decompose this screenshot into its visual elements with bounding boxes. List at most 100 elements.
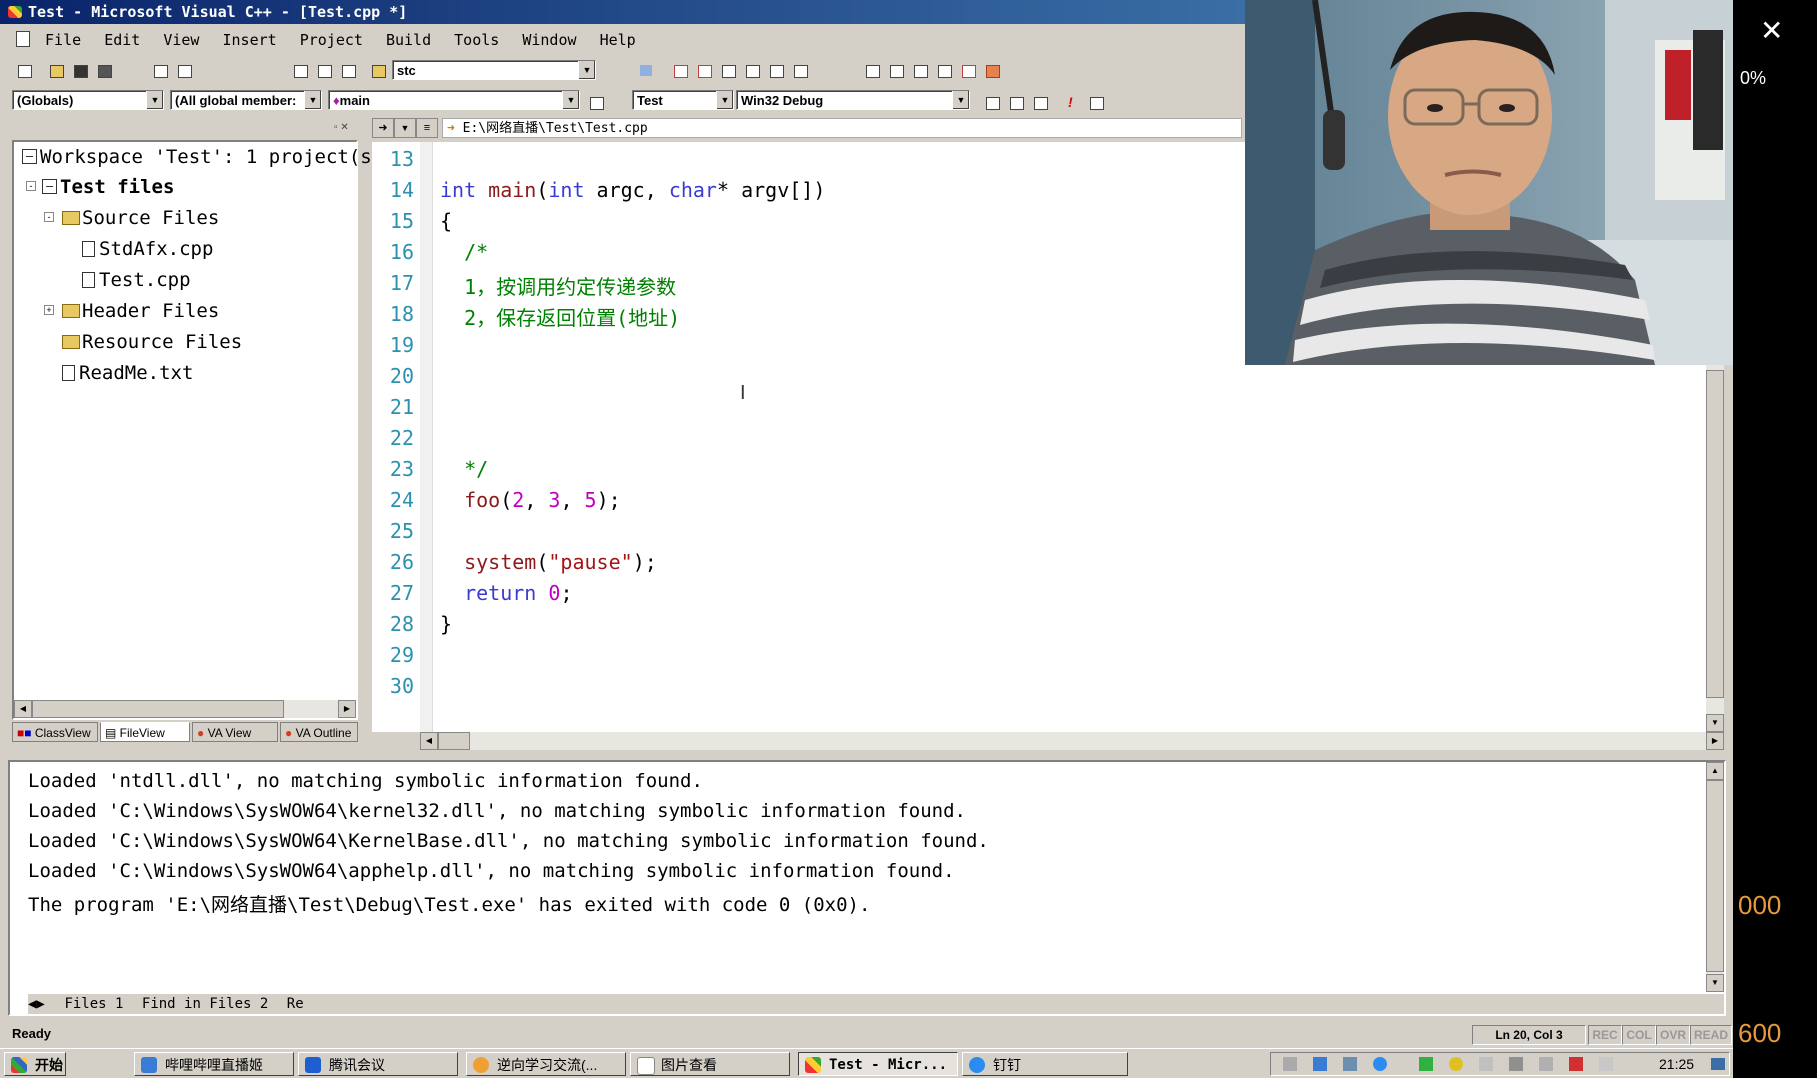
scope-combo[interactable]: (Globals) ▼ xyxy=(12,90,164,110)
compile-icon[interactable] xyxy=(982,94,1002,112)
tab-va-view[interactable]: ● VA View xyxy=(192,722,278,742)
task-qq-group[interactable]: 逆向学习交流(... xyxy=(466,1052,626,1076)
collapse-icon[interactable]: - xyxy=(44,212,54,222)
scroll-thumb[interactable] xyxy=(438,732,470,750)
va-tool-3-icon[interactable] xyxy=(718,62,738,80)
va-tool-10-icon[interactable] xyxy=(934,62,954,80)
tab-fileview[interactable]: ▤ FileView xyxy=(100,722,190,742)
chevron-down-icon[interactable]: ▼ xyxy=(146,91,163,109)
back-arrow-icon[interactable] xyxy=(814,62,834,80)
stop-build-icon[interactable] xyxy=(1030,94,1050,112)
menu-edit[interactable]: Edit xyxy=(104,31,140,49)
scroll-down-icon[interactable]: ▼ xyxy=(1706,714,1724,732)
tray-network2-icon[interactable] xyxy=(1539,1057,1553,1071)
editor-hscrollbar[interactable]: ◀ ▶ xyxy=(420,732,1724,750)
tray-volume-icon[interactable] xyxy=(1599,1057,1613,1071)
tray-app-icon[interactable] xyxy=(1283,1057,1297,1071)
va-tool-6-icon[interactable] xyxy=(790,62,810,80)
chevron-down-icon[interactable]: ▼ xyxy=(394,118,416,138)
collapse-icon[interactable]: - xyxy=(26,181,36,191)
va-tool-11-icon[interactable] xyxy=(958,62,978,80)
tray-monitor-icon[interactable] xyxy=(1479,1057,1493,1071)
forward-arrow-icon[interactable] xyxy=(838,62,858,80)
task-visual-cpp[interactable]: Test - Micr... xyxy=(798,1052,958,1076)
reg-icon[interactable] xyxy=(636,62,656,80)
va-tool-5-icon[interactable] xyxy=(766,62,786,80)
tab-scroll-arrows-icon[interactable]: ◀▶ xyxy=(28,994,56,1014)
function-combo[interactable]: ♦main ▼ xyxy=(328,90,580,110)
task-dingtalk[interactable]: 钉钉 xyxy=(962,1052,1128,1076)
task-tencent-meeting[interactable]: 腾讯会议 xyxy=(298,1052,458,1076)
menu-window[interactable]: Window xyxy=(522,31,576,49)
tray-tool-icon[interactable] xyxy=(1509,1057,1523,1071)
scroll-thumb[interactable] xyxy=(32,700,284,718)
redo-icon[interactable] xyxy=(248,62,268,80)
va-tool-2-icon[interactable] xyxy=(694,62,714,80)
chevron-down-icon[interactable]: ▼ xyxy=(562,91,579,109)
menu-help[interactable]: Help xyxy=(600,31,636,49)
new-file-icon[interactable] xyxy=(14,62,34,80)
execute-icon[interactable]: ! xyxy=(1062,94,1082,112)
members-combo[interactable]: (All global member: ▼ xyxy=(170,90,322,110)
open-icon[interactable] xyxy=(46,62,66,80)
menu-file[interactable]: File xyxy=(45,31,81,49)
tab-classview[interactable]: ■■ ClassView xyxy=(12,722,98,742)
menu-build[interactable]: Build xyxy=(386,31,431,49)
scroll-right-icon[interactable]: ▶ xyxy=(338,700,356,718)
tree-readme[interactable]: ReadMe.txt xyxy=(62,362,193,384)
chevron-down-icon[interactable]: ▼ xyxy=(578,61,595,79)
nav-back-icon[interactable]: ➜ xyxy=(372,118,394,138)
output-vscrollbar[interactable]: ▲ ▼ xyxy=(1706,762,1724,992)
tree-file-test[interactable]: Test.cpp xyxy=(82,269,191,291)
chevron-down-icon[interactable]: ▼ xyxy=(716,91,733,109)
build-icon[interactable] xyxy=(1006,94,1026,112)
task-image-viewer[interactable]: 图片查看 xyxy=(630,1052,790,1076)
scroll-up-icon[interactable]: ▲ xyxy=(1706,762,1724,780)
output-panel[interactable]: Loaded 'ntdll.dll', no matching symbolic… xyxy=(8,760,1726,1016)
expand-icon[interactable]: + xyxy=(44,305,54,315)
va-tool-1-icon[interactable] xyxy=(670,62,690,80)
task-bilibili[interactable]: 哔哩哔哩直播姬 xyxy=(134,1052,294,1076)
find-in-files-icon[interactable] xyxy=(368,62,388,80)
scroll-right-icon[interactable]: ▶ xyxy=(1706,732,1724,750)
tab-files[interactable]: Files 1 xyxy=(64,996,123,1012)
breakpoint-icon[interactable] xyxy=(1110,94,1130,112)
tray-alert-icon[interactable] xyxy=(1569,1057,1583,1071)
menu-insert[interactable]: Insert xyxy=(223,31,277,49)
find-combo[interactable]: stc ▼ xyxy=(392,60,596,80)
tree-file-stdafx[interactable]: StdAfx.cpp xyxy=(82,238,213,260)
go-icon[interactable] xyxy=(1086,94,1106,112)
wizard-action-icon[interactable] xyxy=(586,94,606,112)
menu-project[interactable]: Project xyxy=(300,31,363,49)
copy-icon[interactable] xyxy=(150,62,170,80)
show-desktop-icon[interactable] xyxy=(1711,1058,1725,1070)
split-icon[interactable]: ≡ xyxy=(416,118,438,138)
cut-icon[interactable] xyxy=(126,62,146,80)
tab-find-in-files[interactable]: Find in Files 2 xyxy=(142,996,268,1012)
workspace-toggle-icon[interactable] xyxy=(290,62,310,80)
va-tool-8-icon[interactable] xyxy=(886,62,906,80)
tree-header-folder[interactable]: Header Files xyxy=(62,300,219,322)
windows-icon[interactable] xyxy=(338,62,358,80)
tree-project[interactable]: Test files xyxy=(42,176,174,198)
paste-icon[interactable] xyxy=(174,62,194,80)
tab-va-outline[interactable]: ● VA Outline xyxy=(280,722,358,742)
scroll-left-icon[interactable]: ◀ xyxy=(420,732,438,750)
tree-source-folder[interactable]: Source Files xyxy=(62,207,219,229)
menu-tools[interactable]: Tools xyxy=(454,31,499,49)
chevron-down-icon[interactable]: ▼ xyxy=(304,91,321,109)
config-combo[interactable]: Win32 Debug ▼ xyxy=(736,90,970,110)
workspace-hscrollbar[interactable]: ◀ ▶ xyxy=(14,700,356,718)
va-tool-4-icon[interactable] xyxy=(742,62,762,80)
tree-resource-folder[interactable]: Resource Files xyxy=(62,331,242,353)
scroll-down-icon[interactable]: ▼ xyxy=(1706,974,1724,992)
scroll-thumb[interactable] xyxy=(1706,370,1724,698)
va-tool-9-icon[interactable] xyxy=(910,62,930,80)
save-icon[interactable] xyxy=(70,62,90,80)
start-button[interactable]: 开始 xyxy=(4,1052,66,1076)
scroll-left-icon[interactable]: ◀ xyxy=(14,700,32,718)
tray-network-icon[interactable] xyxy=(1343,1057,1357,1071)
close-icon[interactable]: ✕ xyxy=(1760,14,1783,47)
tray-shield-icon[interactable] xyxy=(1419,1057,1433,1071)
va-tool-7-icon[interactable] xyxy=(862,62,882,80)
